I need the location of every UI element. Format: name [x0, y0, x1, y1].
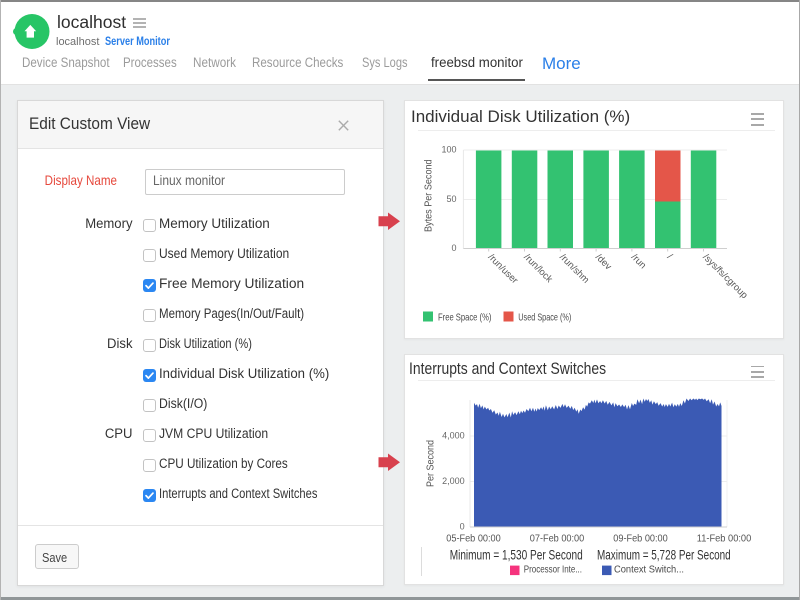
svg-text:2,000: 2,000: [442, 476, 465, 486]
svg-text:09-Feb 00:00: 09-Feb 00:00: [613, 533, 668, 544]
svg-text:/run/lock: /run/lock: [521, 252, 554, 285]
svg-text:Free Space (%): Free Space (%): [438, 312, 491, 324]
svg-text:Minimum = 1,530 Per Second: Minimum = 1,530 Per Second: [450, 547, 583, 562]
svg-text:100: 100: [441, 145, 456, 155]
svg-text:4,000: 4,000: [442, 431, 465, 441]
svg-text:Bytes Per Second: Bytes Per Second: [424, 159, 435, 232]
svg-text:Processor Inte...: Processor Inte...: [524, 564, 582, 576]
svg-text:/run/shm: /run/shm: [557, 252, 591, 286]
svg-text:Context Switch...: Context Switch...: [614, 564, 684, 576]
svg-text:/run: /run: [629, 252, 648, 271]
svg-text:/sys/fs/cgroup: /sys/fs/cgroup: [700, 252, 749, 301]
svg-text:/run/user: /run/user: [486, 252, 520, 286]
svg-text:11-Feb 00:00: 11-Feb 00:00: [697, 533, 752, 544]
svg-text:Used Space (%): Used Space (%): [518, 312, 571, 324]
svg-text:Maximum = 5,728 Per Second: Maximum = 5,728 Per Second: [597, 547, 731, 562]
svg-text:0: 0: [460, 522, 465, 532]
svg-text:Per Second: Per Second: [426, 440, 437, 487]
svg-text:/dev: /dev: [593, 252, 614, 273]
svg-text:05-Feb 00:00: 05-Feb 00:00: [446, 533, 501, 544]
svg-text:0: 0: [451, 243, 456, 253]
svg-text:50: 50: [446, 194, 456, 204]
svg-text:/: /: [665, 252, 675, 262]
svg-text:07-Feb 00:00: 07-Feb 00:00: [530, 533, 585, 544]
